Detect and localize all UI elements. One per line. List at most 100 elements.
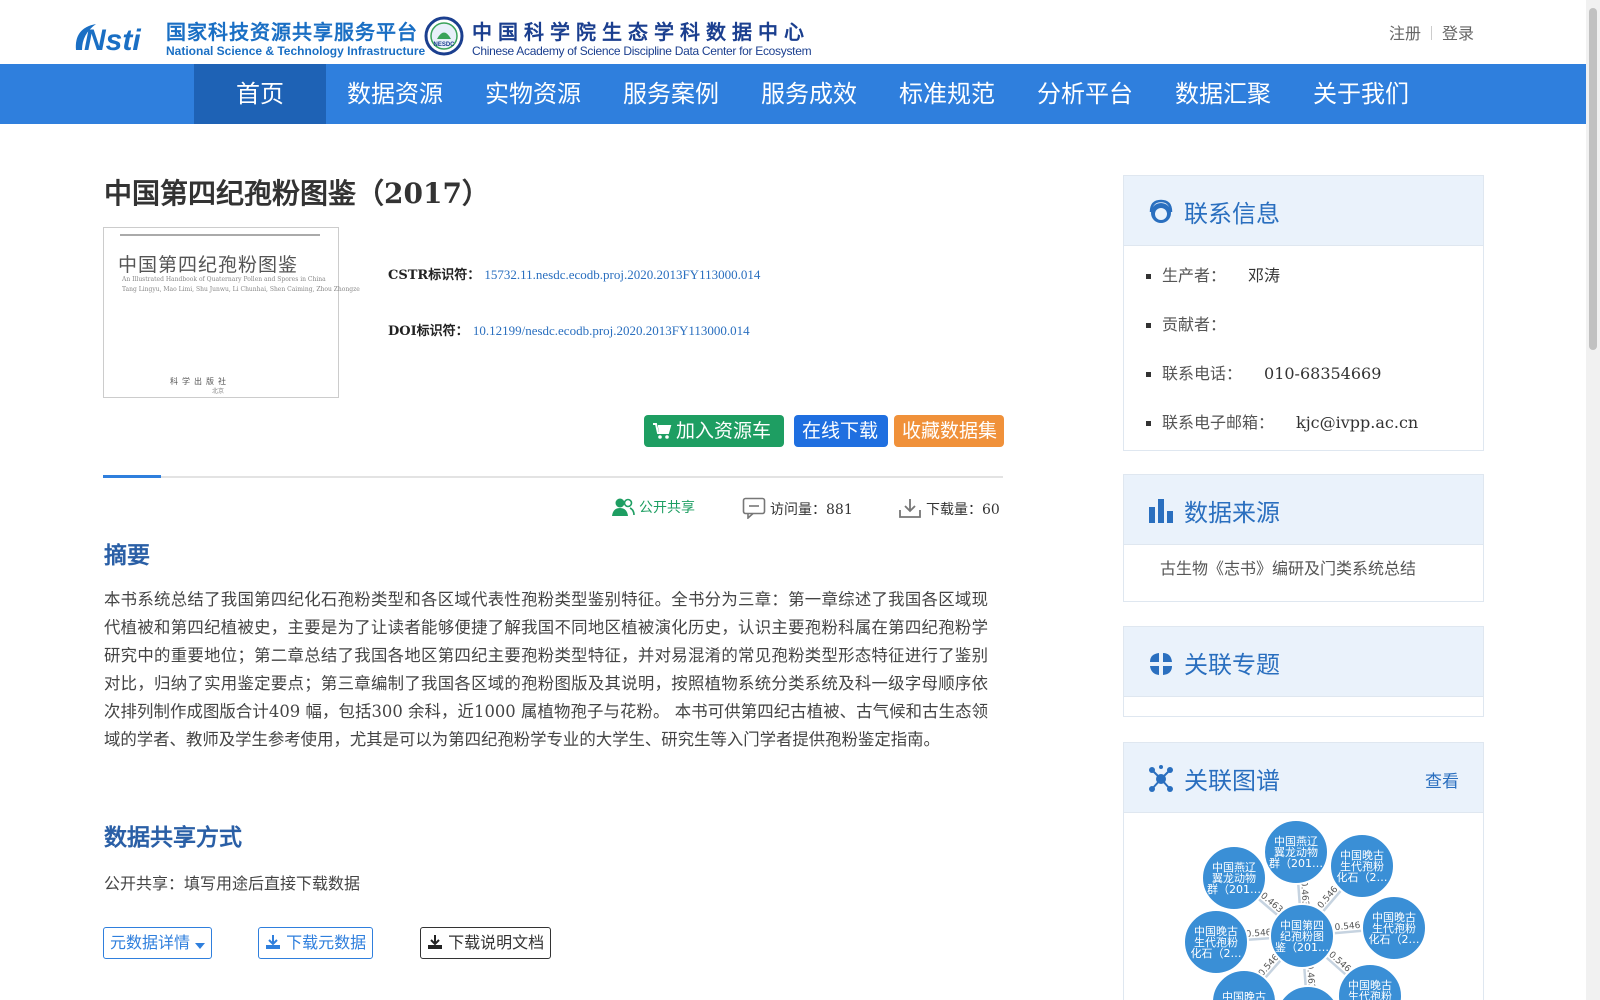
download-count: 下载量：60 — [898, 497, 1000, 519]
data-source-panel-header: 数据来源 — [1124, 475, 1483, 545]
share-method-heading: 数据共享方式 — [104, 825, 242, 851]
related-topics-panel: 关联专题 — [1123, 626, 1484, 717]
dataset-cover-image: 中国第四纪孢粉图鉴 An Illustrated Handbook of Qua… — [103, 227, 360, 398]
svg-text:NESDC: NESDC — [433, 42, 455, 48]
comment-icon — [742, 497, 766, 520]
favorite-dataset-button[interactable]: 收藏数据集 — [894, 415, 1004, 447]
graph-node-label: 中国晚古 — [1222, 991, 1266, 1000]
email-label: 联系电子邮箱： — [1162, 413, 1275, 432]
graph-edge-weight: 0.546 — [1245, 928, 1272, 940]
graph-node-label: 群（201… — [1207, 882, 1261, 896]
cart-icon — [653, 423, 672, 439]
abstract-heading: 摘要 — [104, 543, 150, 569]
visit-count-value: 881 — [826, 502, 853, 518]
nav-item-service-cases[interactable]: 服务案例 — [602, 64, 740, 124]
contact-list: 生产者： 邓涛 贡献者： 联系电话： 010-68354669 联系电子邮箱： kjc… — [1124, 246, 1483, 450]
download-icon — [899, 499, 921, 518]
graph-node[interactable]: 中国燕辽翼龙动物群（201… — [1263, 819, 1329, 885]
customer-service-icon — [1149, 199, 1173, 223]
related-graph[interactable]: 0.463 0.546 0.463 0.546 0.546 0.546 0.546 0.463… — [1123, 812, 1484, 1000]
doi-link[interactable]: 10.12199/nesdc.ecodb.proj.2020.2013FY113… — [473, 323, 750, 338]
nav-item-analysis-platform[interactable]: 分析平台 — [1016, 64, 1154, 124]
graph-node[interactable]: 中国晚古生代孢粉化石（2… — [1183, 909, 1249, 975]
cover-subtitle: An Illustrated Handbook of Quaternary Po… — [122, 276, 326, 283]
scrollbar-thumb[interactable] — [1589, 8, 1597, 350]
share-method-text: 公开共享：填写用途后直接下载数据 — [104, 874, 361, 893]
graph-node-label: 化石（2… — [1337, 870, 1388, 884]
cover-title: 中国第四纪孢粉图鉴 — [118, 254, 299, 276]
nav-item-physical-resources[interactable]: 实物资源 — [464, 64, 602, 124]
contact-contributor: 贡献者： — [1146, 303, 1483, 352]
nav-item-data-aggregation[interactable]: 数据汇聚 — [1154, 64, 1292, 124]
nesdc-logo-cn: 中国科学院生态学科数据中心 — [472, 20, 810, 44]
login-link[interactable]: 登录 — [1442, 24, 1474, 43]
tab-bar — [103, 475, 1003, 478]
related-graph-canvas[interactable]: 0.463 0.5460.4630.5460.5460.5460.546 0.463… — [1124, 812, 1484, 1000]
contact-phone: 联系电话： 010-68354669 — [1146, 352, 1483, 401]
topics-icon — [1150, 653, 1172, 675]
caret-down-icon — [195, 943, 206, 949]
cstr-link[interactable]: 15732.11.nesdc.ecodb.proj.2020.2013FY113… — [484, 267, 760, 282]
graph-node-label: 生代孢粉 — [1348, 989, 1392, 1000]
download-metadata-button[interactable]: 下载元数据 — [258, 927, 374, 959]
graph-view-link[interactable]: 查看 — [1425, 767, 1459, 792]
graph-node[interactable]: 中国晚古生代孢粉化石（2… — [1329, 833, 1395, 899]
graph-node[interactable]: 中国燕辽翼龙动物群（201… — [1201, 845, 1267, 911]
visit-count: 访问量：881 — [742, 497, 853, 520]
nsti-logo-en: National Science & Technology Infrastruc… — [166, 44, 426, 58]
phone-value: 010-68354669 — [1264, 364, 1382, 383]
abstract-text: 本书系统总结了我国第四纪化石孢粉类型和各区域代表性孢粉类型鉴别特征。全书分为三章… — [104, 590, 988, 749]
graph-panel: 关联图谱 查看 — [1123, 742, 1484, 813]
online-download-button[interactable]: 在线下载 — [794, 415, 888, 447]
graph-node[interactable]: 中国晚古生代孢粉化石（2… — [1361, 895, 1427, 961]
graph-node-label: 化石（2… — [1369, 932, 1420, 946]
share-status: 公开共享 — [611, 497, 695, 517]
network-icon — [1149, 765, 1173, 792]
page-scrollbar[interactable] — [1586, 0, 1600, 1000]
nsti-logo[interactable]: Nsti 国家科技资源共享服务平台 National Science & Tec… — [72, 16, 425, 60]
nav-item-service-results[interactable]: 服务成效 — [740, 64, 878, 124]
auth-links: 注册 登录 — [1389, 20, 1474, 44]
nav-item-data-resources[interactable]: 数据资源 — [326, 64, 464, 124]
contact-panel-title: 联系信息 — [1184, 200, 1280, 228]
share-status-label: 公开共享 — [639, 500, 695, 516]
site-header: Nsti 国家科技资源共享服务平台 National Science & Tec… — [0, 0, 1586, 64]
bar-chart-icon — [1149, 499, 1173, 523]
related-topics-panel-header: 关联专题 — [1124, 627, 1483, 697]
nesdc-logo-en: Chinese Academy of Science Discipline Da… — [472, 44, 812, 58]
download-icon — [266, 935, 280, 949]
graph-node-label: 化石（2… — [1191, 946, 1242, 960]
data-source-text: 古生物《志书》编研及门类系统总结 — [1160, 559, 1417, 578]
user-share-icon — [612, 498, 635, 516]
nsti-logo-mark: Nsti — [75, 24, 141, 56]
doi-label: DOI标识符： — [388, 324, 469, 339]
email-value: kjc@ivpp.ac.cn — [1296, 413, 1419, 432]
visit-count-label: 访问量： — [770, 502, 826, 518]
register-link[interactable]: 注册 — [1389, 24, 1421, 43]
nesdc-badge-icon: NESDC — [424, 16, 464, 56]
nav-item-home[interactable]: 首页 — [194, 64, 326, 124]
download-icon — [428, 935, 442, 949]
graph-node-circle[interactable] — [1276, 985, 1340, 1000]
nesdc-logo[interactable]: NESDC 中国科学院生态学科数据中心 Chinese Academy of S… — [424, 16, 824, 60]
metadata-details-button[interactable]: 元数据详情 — [103, 927, 213, 959]
graph-center-node[interactable]: 中国第四纪孢粉图鉴（201… — [1269, 903, 1335, 969]
cstr-identifier: CSTR标识符： 15732.11.nesdc.ecodb.proj.2020.… — [388, 264, 760, 283]
add-to-cart-button[interactable]: 加入资源车 — [644, 415, 784, 447]
data-source-panel: 数据来源 古生物《志书》编研及门类系统总结 — [1123, 474, 1484, 602]
contact-producer: 生产者： 邓涛 — [1146, 254, 1483, 303]
nav-item-about-us[interactable]: 关于我们 — [1292, 64, 1430, 124]
graph-panel-header: 关联图谱 查看 — [1124, 743, 1483, 813]
doi-identifier: DOI标识符： 10.12199/nesdc.ecodb.proj.2020.2… — [388, 320, 750, 339]
data-source-panel-title: 数据来源 — [1184, 499, 1280, 527]
download-doc-label: 下载说明文档 — [448, 933, 545, 952]
metadata-details-label: 元数据详情 — [110, 933, 191, 952]
main-nav: 首页 数据资源 实物资源 服务案例 服务成效 标准规范 分析平台 数据汇聚 关于… — [0, 64, 1586, 124]
download-doc-button[interactable]: 下载说明文档 — [420, 927, 552, 959]
nav-item-standards[interactable]: 标准规范 — [878, 64, 1016, 124]
graph-node-label: 群（201… — [1269, 856, 1323, 870]
graph-panel-title: 关联图谱 — [1184, 767, 1280, 795]
graph-node[interactable]: 中国晚古生代孢粉 — [1276, 985, 1340, 1000]
cover-location: 北京 — [212, 388, 225, 395]
phone-label: 联系电话： — [1162, 364, 1243, 383]
